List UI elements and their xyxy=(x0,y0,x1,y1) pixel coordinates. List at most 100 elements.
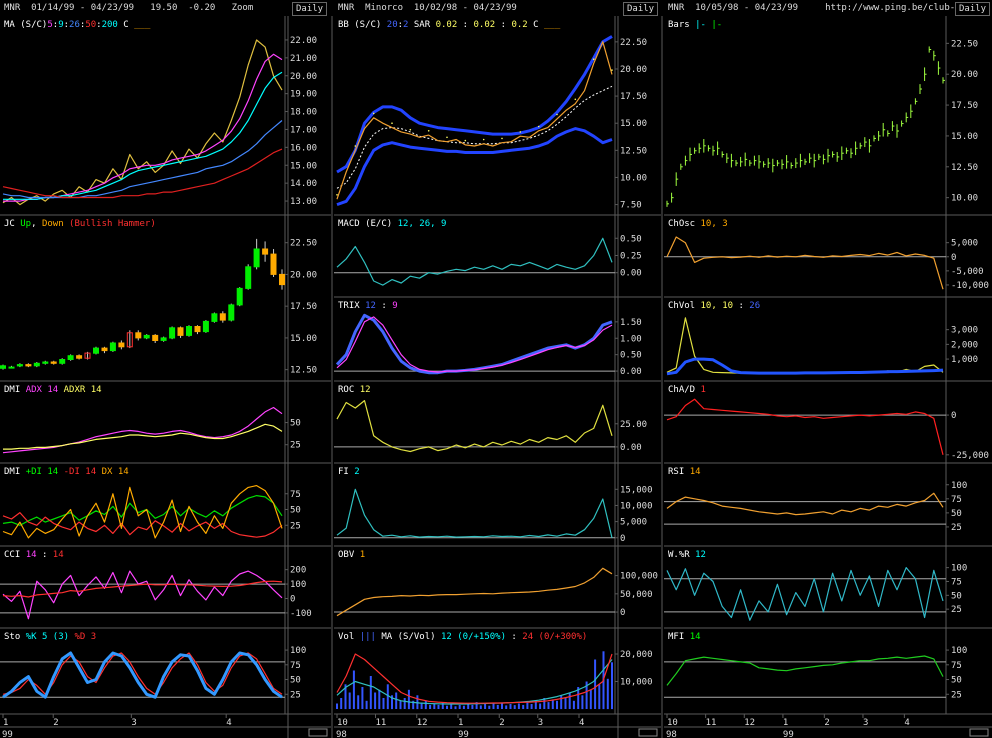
y-tick-label: 0.50 xyxy=(620,351,642,361)
sar-dot xyxy=(611,69,613,71)
candle-body xyxy=(253,248,260,268)
x-tick-label: 4 xyxy=(904,718,909,728)
panel-1-3: ROC 12 25.00 0.00 xyxy=(334,381,661,464)
bollinger-lower xyxy=(336,127,613,207)
y-tick-label: 22.50 xyxy=(290,239,317,249)
legend-part-1: ADX 14 xyxy=(26,385,59,395)
panel-2-3: ChA/D 1 0 -25,000 xyxy=(664,381,992,464)
panel-legend: JC Up, Down (Bullish Hammer) xyxy=(4,219,156,229)
panel-1-4: FI 2 15,000 10,000 5,000 0 xyxy=(334,463,661,547)
panel-legend: MFI 14 xyxy=(668,632,701,642)
y-tick-label: 0.50 xyxy=(620,234,642,244)
legend-part-0: DMI xyxy=(4,467,26,477)
volume-bar xyxy=(556,700,558,710)
panel-legend: W.%R 12 xyxy=(668,550,706,560)
y-tick-label: 7.50 xyxy=(620,201,642,211)
indicator-panels: MA (S/C)5:9:26:50:200 C ___22.0021.0020.… xyxy=(0,16,992,738)
y-tick-label: -5,000 xyxy=(951,267,984,277)
legend-part-0: CCI xyxy=(4,550,26,560)
series-line-2 xyxy=(3,71,283,200)
y-tick-label: 50 xyxy=(951,676,962,686)
legend-part-0: Bars xyxy=(668,20,695,30)
volume-bar xyxy=(564,698,567,709)
y-tick-label: 12.50 xyxy=(951,163,978,173)
scroll-control[interactable] xyxy=(969,728,989,737)
y-tick-label: 1.50 xyxy=(620,318,642,328)
sar-dot xyxy=(537,125,540,128)
legend-part-0: W.%R xyxy=(668,550,695,560)
y-tick-label: 25 xyxy=(951,690,962,700)
legend-part-3: ADXR 14 xyxy=(64,385,102,395)
x-tick-label: 3 xyxy=(863,718,868,728)
series-line-0 xyxy=(336,237,613,286)
volume-bar xyxy=(522,704,525,709)
legend-part-3: |- xyxy=(711,20,722,30)
y-tick-label: 14.00 xyxy=(290,179,317,189)
volume-bar xyxy=(560,695,563,710)
y-tick-label: 20.00 xyxy=(290,270,317,280)
y-tick-label: 50 xyxy=(951,591,962,601)
volume-bar xyxy=(589,689,592,710)
y-tick-label: 19.00 xyxy=(290,90,317,100)
volume-bar xyxy=(450,704,453,709)
volume-bar xyxy=(462,705,465,709)
legend-part-1: 14 xyxy=(690,632,701,642)
y-tick-label: 0 xyxy=(951,411,956,421)
panel-0-1: JC Up, Down (Bullish Hammer) 22.50 20.00 17… xyxy=(0,215,331,382)
candle-body xyxy=(109,342,116,352)
volume-bar xyxy=(365,700,368,710)
legend-part-0: OBV xyxy=(338,550,360,560)
volume-bar xyxy=(517,703,520,709)
volume-bar xyxy=(484,704,487,709)
panel-2-4: RSI 14 100 75 50 25 xyxy=(664,463,992,547)
y-tick-label: 20.00 xyxy=(290,72,317,82)
volume-bar xyxy=(568,692,571,709)
candle-body xyxy=(0,365,6,369)
volume-bar xyxy=(594,659,597,709)
y-tick-label: 100,000 xyxy=(620,572,658,582)
scroll-control[interactable] xyxy=(308,728,328,737)
y-tick-label: 5,000 xyxy=(620,518,647,528)
panel-legend: CCI 14 : 14 xyxy=(4,550,64,560)
volume-bar xyxy=(399,700,402,710)
series-line-0 xyxy=(2,495,283,526)
x-tick-label: 12 xyxy=(417,718,428,728)
y-tick-label: 22.50 xyxy=(620,38,647,48)
y-tick-label: 25 xyxy=(290,690,301,700)
y-tick-label: 0.00 xyxy=(620,367,642,377)
y-tick-label: 15,000 xyxy=(620,485,653,495)
legend-part-11: ___ xyxy=(134,20,151,30)
y-tick-label: 25 xyxy=(290,521,301,531)
legend-part-10: C xyxy=(118,20,134,30)
candle-body xyxy=(262,248,269,255)
legend-part-2: : xyxy=(733,301,749,311)
sar-dot xyxy=(372,112,375,115)
legend-part-1: 14 xyxy=(690,467,701,477)
panel-legend: FI 2 xyxy=(338,467,360,477)
y-tick-label: 20,000 xyxy=(620,650,653,660)
series-line-0 xyxy=(2,570,283,620)
y-tick-label: -10,000 xyxy=(951,281,989,291)
y-tick-label: 50,000 xyxy=(620,590,653,600)
volume-bar xyxy=(378,689,381,710)
volume-bar xyxy=(340,698,343,709)
volume-bar xyxy=(352,670,355,709)
legend-part-4: (Bullish Hammer) xyxy=(64,219,156,229)
volume-bar xyxy=(539,703,542,709)
y-tick-label: 50 xyxy=(290,676,301,686)
volume-bar xyxy=(505,705,508,709)
sar-dot xyxy=(427,130,430,132)
legend-part-3: %D 3 xyxy=(74,632,96,642)
volume-bar xyxy=(496,704,499,709)
x-year-label-2: 99 xyxy=(458,730,469,738)
candle-body xyxy=(219,313,226,321)
sar-dot xyxy=(501,137,503,140)
y-tick-label: 100 xyxy=(951,564,967,574)
sar-dot xyxy=(446,136,448,139)
legend-part-0: MACD (E/C) xyxy=(338,219,398,229)
legend-part-3: Down xyxy=(42,219,64,229)
y-tick-label: 15.00 xyxy=(290,334,317,344)
y-tick-label: 0 xyxy=(290,594,295,604)
x-tick-label: 1 xyxy=(783,718,788,728)
scroll-control[interactable] xyxy=(638,728,658,737)
